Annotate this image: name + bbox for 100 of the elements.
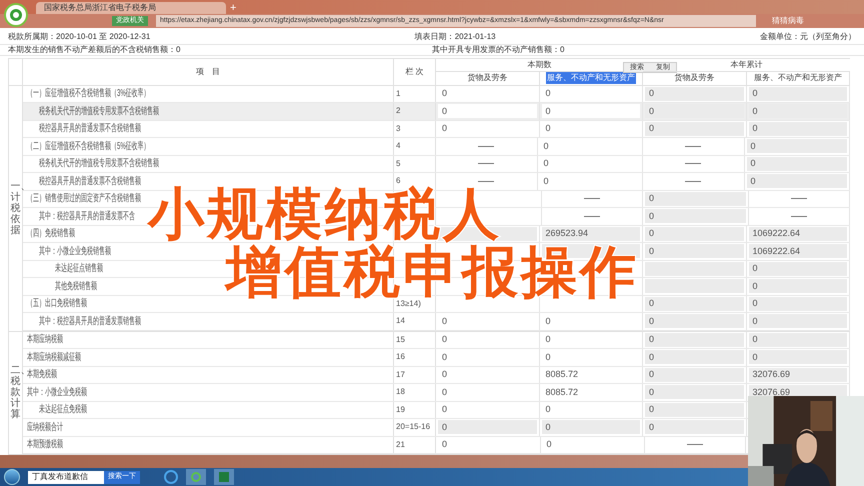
column-header: 货物及劳务: [674, 72, 714, 84]
amount-field: 0: [645, 332, 744, 347]
amount-field: 0: [746, 174, 847, 188]
amount-field: 269523.94: [542, 226, 640, 241]
line-number: 15: [396, 334, 405, 346]
row-label: （五）出口免税销售额: [27, 296, 87, 312]
row-label: 未达起征点免税额: [39, 402, 87, 418]
row-label: 应纳税额合计: [27, 420, 63, 435]
dash-icon: [685, 163, 702, 164]
line-number: 2: [396, 105, 400, 118]
row-label: 本期预缴税额: [27, 438, 63, 452]
summary-label: 本期发生的销售不动产差额后的不含税销售额：: [8, 44, 176, 56]
line-number: 3: [396, 122, 400, 135]
row-label: 税控器具开具的普通发票不含税销售额: [39, 122, 141, 136]
dash-icon: [478, 180, 494, 182]
column-header: 栏 次: [405, 66, 424, 78]
amount-field: 0: [645, 314, 744, 328]
dash-icon: [790, 198, 807, 200]
summary-value: 0: [560, 44, 564, 56]
amount-field: 0: [542, 420, 640, 434]
amount-field: 0: [645, 402, 744, 417]
caption-text: 增值税申报操作: [226, 245, 639, 299]
line-number: 6: [396, 175, 400, 186]
dash-icon: [790, 216, 807, 217]
amount-field: 0: [748, 279, 847, 294]
row-label: 税务机关代开的增值税专用发票不含税销售额: [39, 156, 159, 172]
amount-field: 0: [438, 420, 536, 434]
group-header: 本年累计: [730, 58, 762, 71]
row-label: 其中：税控器具开具的普通发票不含: [39, 210, 135, 224]
row-label: （二）应征增值税不含税销售额（5%征收率）: [27, 140, 150, 154]
browser-icon[interactable]: [186, 469, 206, 486]
amount-field: 0: [645, 368, 744, 382]
column-header: 服务、不动产和无形资产: [546, 72, 636, 84]
dash-icon: [584, 198, 600, 200]
amount-field: 0: [645, 244, 744, 258]
amount-field: 0: [746, 156, 847, 171]
line-number: 4: [396, 140, 400, 152]
line-number: 14: [396, 315, 405, 328]
row-label: （四）免税销售额: [27, 226, 75, 242]
search-field[interactable]: 丁真发布道歉信: [28, 470, 104, 484]
amount-field: 0: [748, 314, 847, 328]
unit-text: 金额单位：元（列至角分）: [760, 30, 856, 43]
row-label: 本期应纳税额减征额: [27, 350, 81, 365]
amount-field[interactable]: 0: [542, 104, 640, 118]
browser-tab[interactable]: 国家税务总局浙江省电子税务局: [36, 2, 226, 14]
amount-field: 0: [748, 122, 847, 136]
dash-icon: [478, 146, 494, 147]
amount-field: 0: [645, 385, 744, 400]
fill-date-text: 填表日期：2021-01-13: [414, 30, 496, 43]
amount-field: 0: [645, 420, 744, 434]
dash-icon: [685, 180, 702, 182]
line-number: 19: [396, 404, 405, 416]
row-label: 税务机关代开的增值税专用发票不含税销售额: [39, 104, 159, 119]
start-button[interactable]: [4, 469, 20, 486]
amount-field: 32076.69: [748, 368, 847, 382]
amount-field: 0: [645, 192, 746, 206]
amount-field: 0: [746, 139, 847, 154]
caption-text: 小规模纳税人: [148, 187, 502, 241]
line-number: 16: [396, 351, 405, 364]
row-label: 本期应纳税额: [27, 332, 63, 348]
line-number: 21: [396, 438, 405, 451]
column-header: 货物及劳务: [467, 72, 508, 84]
dash-icon: [685, 146, 702, 147]
row-label: （三）销售使用过的固定资产不含税销售额: [27, 192, 141, 206]
amount-field: 0: [645, 122, 744, 136]
summary-value: 0: [176, 44, 180, 56]
amount-field: 0: [748, 262, 847, 276]
line-number: 5: [396, 158, 400, 170]
amount-field: 0: [645, 226, 744, 241]
dash-icon: [686, 444, 703, 446]
row-label: 本期免税额: [27, 368, 57, 382]
row-label: 其他免税销售额: [55, 280, 97, 294]
line-number: 18: [396, 386, 405, 398]
column-header: 项 目: [196, 66, 220, 78]
amount-field: 0: [748, 296, 847, 311]
amount-field: 1069222.64: [748, 226, 847, 241]
amount-field[interactable]: 0: [438, 104, 536, 118]
row-label: 其中：税控器具开具的普通发票销售额: [39, 314, 141, 329]
amount-field: 0: [645, 209, 746, 224]
summary-label: 其中开具专用发票的不动产销售额：: [432, 44, 560, 56]
group-header: 本期数: [528, 58, 552, 71]
amount-field: 0: [645, 350, 744, 364]
line-number: 1: [396, 88, 400, 100]
row-label: （一）应征增值税不含税销售额（3%征收率）: [27, 86, 150, 102]
row-label: 其中：小微企业免税销售额: [39, 244, 111, 259]
line-number: 20=15-16: [396, 421, 430, 434]
row-label: 未达起征点销售额: [55, 262, 103, 276]
amount-field: 0: [748, 332, 847, 347]
amount-field: 0: [748, 86, 847, 101]
period-text: 税款所属期：2020-10-01 至 2020-12-31: [8, 30, 150, 43]
dash-icon: [584, 216, 600, 217]
row-label: 税控器具开具的普通发票不含税销售额: [39, 174, 141, 189]
amount-field: 1069222.64: [748, 244, 847, 258]
spreadsheet-icon[interactable]: [214, 469, 234, 486]
browser-icon[interactable]: [164, 470, 178, 484]
amount-field: 0: [645, 296, 744, 311]
column-header: 服务、不动产和无形资产: [754, 72, 842, 84]
amount-field: 0: [748, 350, 847, 364]
line-number: 17: [396, 368, 405, 381]
row-label: 其中：小微企业免税额: [27, 386, 87, 400]
